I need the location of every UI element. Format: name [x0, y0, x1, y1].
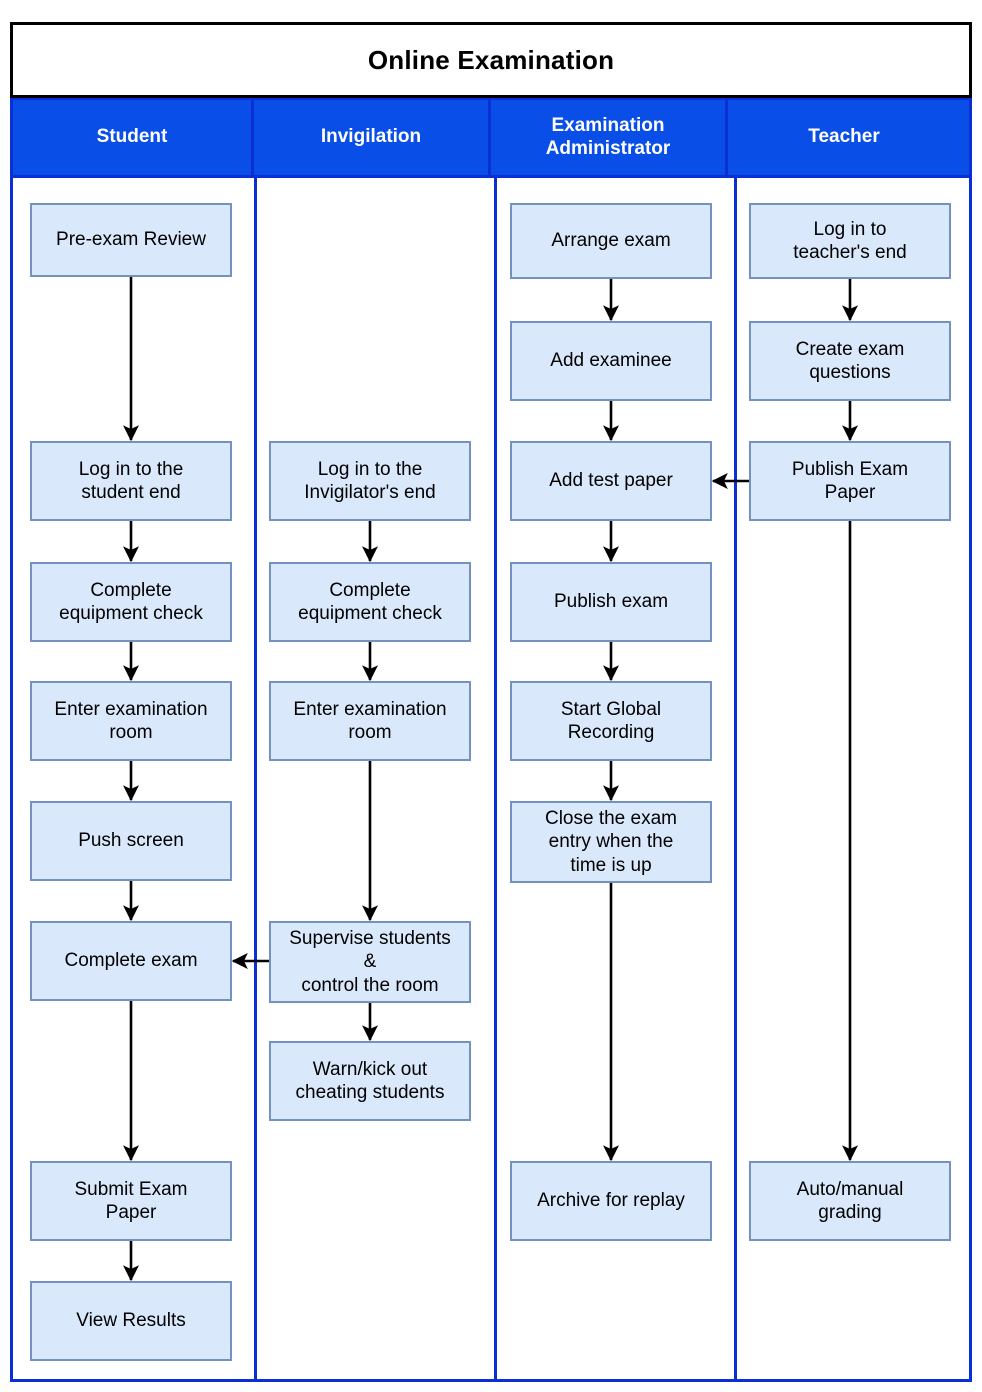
process-node-label: View Results [76, 1310, 186, 1332]
lane-header-label-line2: Administrator [545, 137, 671, 159]
process-node-label: Log in to teacher's end [793, 218, 907, 263]
lane-header-label: Student [96, 126, 168, 148]
process-node-s7[interactable]: Submit Exam Paper [30, 1161, 232, 1241]
process-node-label: Add examinee [550, 350, 672, 372]
process-node-label: Publish exam [553, 591, 669, 613]
process-node-a4[interactable]: Publish exam [510, 562, 712, 642]
process-node-label: Enter examination room [54, 698, 208, 743]
process-node-label: Submit Exam Paper [74, 1178, 188, 1223]
process-node-label: Warn/kick out cheating students [295, 1058, 445, 1103]
lane-header-label-line1: Examination [551, 115, 665, 137]
process-node-s4[interactable]: Enter examination room [30, 681, 232, 761]
process-node-label: Complete equipment check [298, 579, 442, 624]
process-node-a3[interactable]: Add test paper [510, 441, 712, 521]
process-node-label: Log in to the Invigilator's end [304, 458, 436, 503]
process-node-label: Arrange exam [551, 230, 671, 252]
process-node-t4[interactable]: Auto/manual grading [749, 1161, 951, 1241]
process-node-s8[interactable]: View Results [30, 1281, 232, 1361]
process-node-label: Start Global Recording [560, 698, 662, 743]
process-node-label: Supervise students & control the room [289, 928, 451, 996]
process-node-s5[interactable]: Push screen [30, 801, 232, 881]
process-node-label: Archive for replay [537, 1190, 685, 1212]
process-node-a2[interactable]: Add examinee [510, 321, 712, 401]
process-node-s3[interactable]: Complete equipment check [30, 562, 232, 642]
process-node-label: Log in to the student end [78, 458, 184, 503]
process-node-label: Auto/manual grading [796, 1178, 904, 1223]
process-node-label: Push screen [78, 830, 184, 852]
process-node-s1[interactable]: Pre-exam Review [30, 203, 232, 277]
process-node-i3[interactable]: Enter examination room [269, 681, 471, 761]
diagram-canvas: Online Examination Student Invigilation … [0, 0, 982, 1392]
process-node-label: Complete equipment check [59, 579, 203, 624]
lane-divider-3 [734, 178, 737, 1379]
process-node-a6[interactable]: Close the exam entry when the time is up [510, 801, 712, 883]
process-node-a7[interactable]: Archive for replay [510, 1161, 712, 1241]
process-node-label: Add test paper [549, 470, 673, 492]
process-node-label: Create exam questions [795, 338, 905, 383]
process-node-i5[interactable]: Warn/kick out cheating students [269, 1041, 471, 1121]
process-node-label: Pre-exam Review [56, 229, 206, 251]
lane-header-label: Teacher [808, 126, 880, 148]
process-node-s6[interactable]: Complete exam [30, 921, 232, 1001]
lane-divider-2 [494, 178, 497, 1379]
process-node-i2[interactable]: Complete equipment check [269, 562, 471, 642]
process-node-a5[interactable]: Start Global Recording [510, 681, 712, 761]
lane-divider-1 [254, 178, 257, 1379]
lane-header-label: Invigilation [320, 126, 422, 148]
process-node-label: Complete exam [64, 950, 198, 972]
process-node-label: Publish Exam Paper [791, 458, 909, 503]
lane-header-student[interactable]: Student [13, 100, 251, 175]
process-node-a1[interactable]: Arrange exam [510, 203, 712, 279]
lane-header-exam-administrator[interactable]: Examination Administrator [488, 100, 725, 175]
page-title: Online Examination [367, 44, 615, 75]
process-node-t1[interactable]: Log in to teacher's end [749, 203, 951, 279]
process-node-i1[interactable]: Log in to the Invigilator's end [269, 441, 471, 521]
diagram-title-band: Online Examination [10, 22, 972, 98]
lane-header-row: Student Invigilation Examination Adminis… [10, 98, 972, 178]
process-node-s2[interactable]: Log in to the student end [30, 441, 232, 521]
lane-header-label: Examination Administrator [546, 115, 671, 160]
process-node-label: Close the exam entry when the time is up [544, 808, 677, 876]
lane-header-teacher[interactable]: Teacher [725, 100, 960, 175]
process-node-label: Enter examination room [293, 698, 447, 743]
process-node-t2[interactable]: Create exam questions [749, 321, 951, 401]
process-node-t3[interactable]: Publish Exam Paper [749, 441, 951, 521]
process-node-i4[interactable]: Supervise students & control the room [269, 921, 471, 1003]
lane-header-invigilation[interactable]: Invigilation [251, 100, 488, 175]
